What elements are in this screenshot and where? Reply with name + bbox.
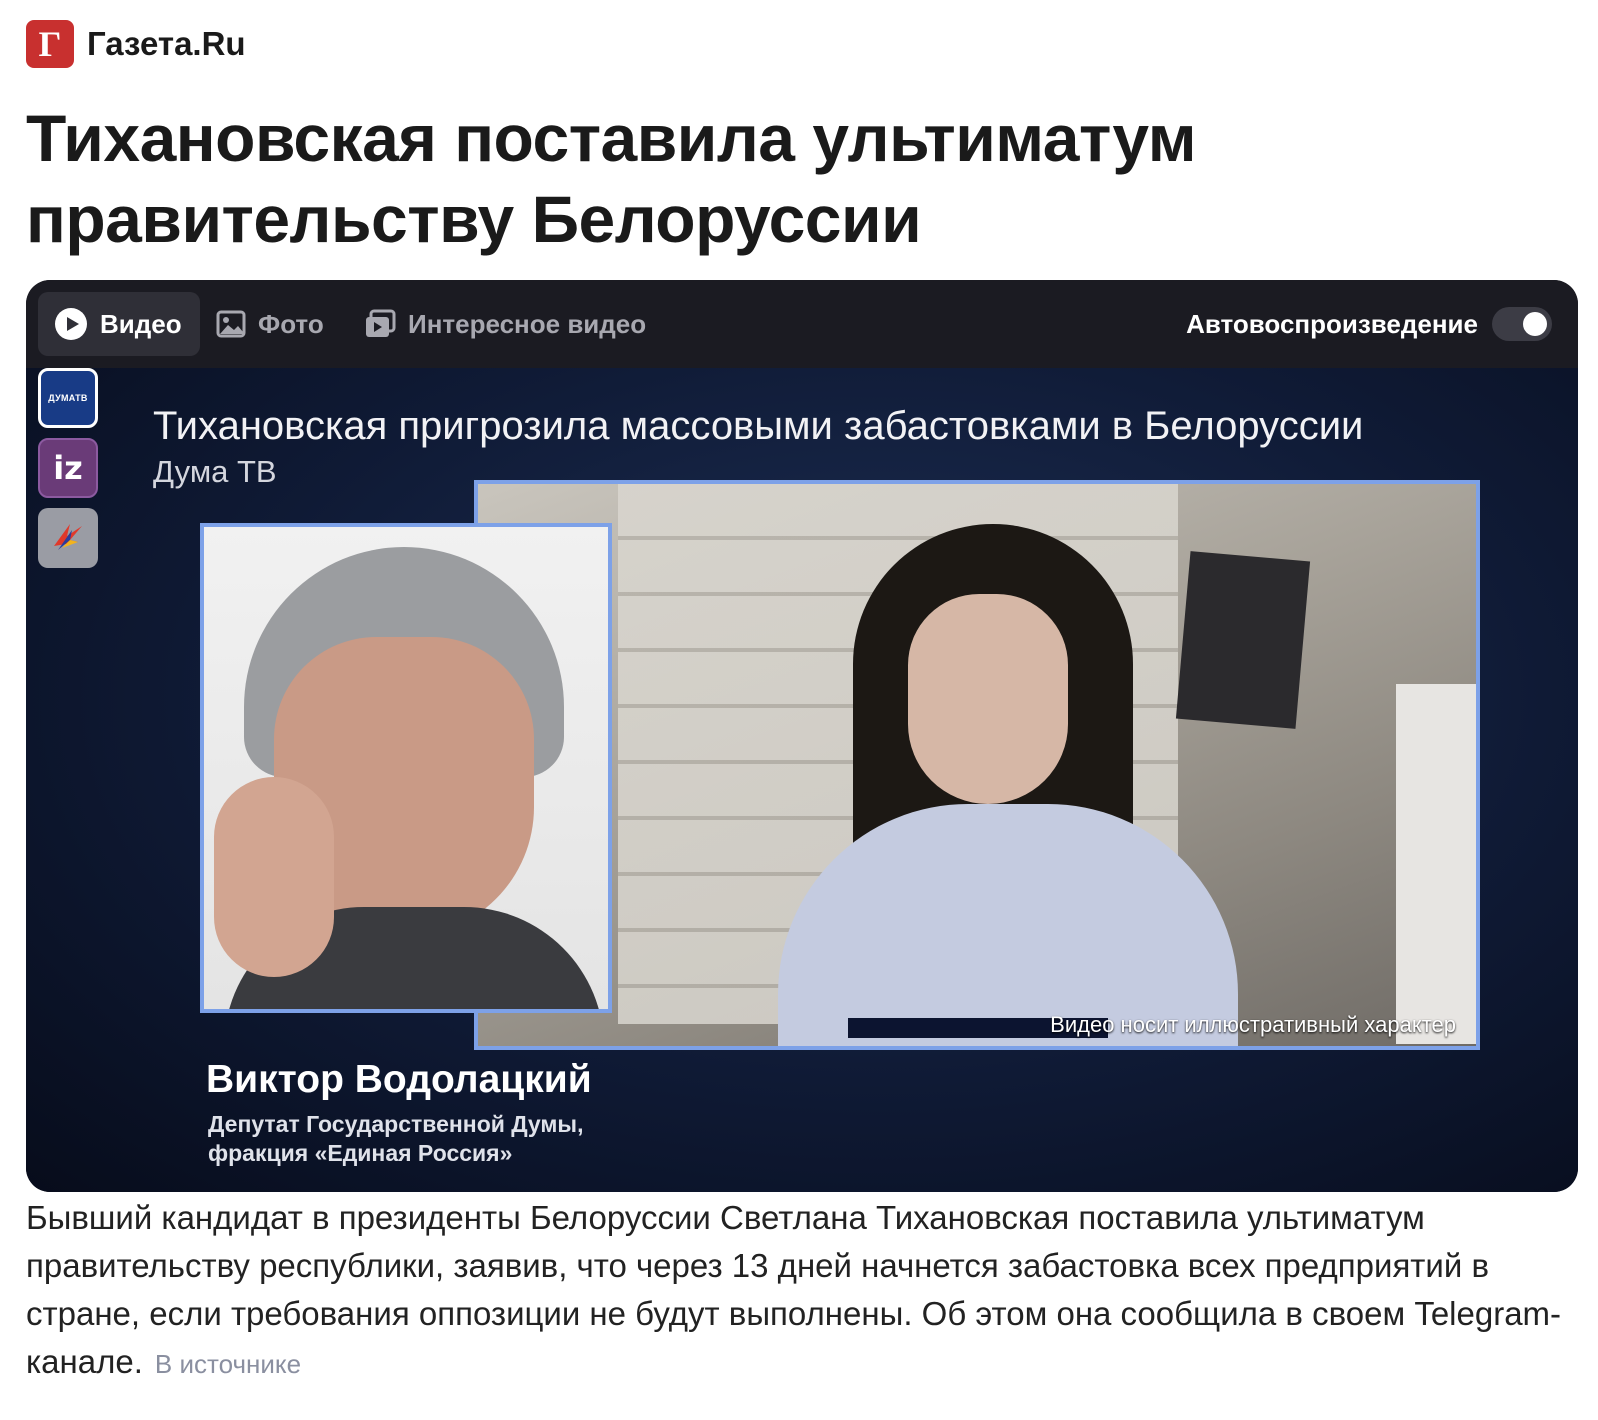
speaker-role-line1: Депутат Государственной Думы, [208,1111,584,1137]
video-still-speaker [200,523,612,1013]
autoplay-label: Автовоспроизведение [1186,308,1478,339]
tab-video[interactable]: Видео [38,292,200,356]
channel-bird[interactable] [38,508,98,568]
media-tabbar: Видео Фото Интересное видео Автовоспроиз… [26,280,1578,368]
tab-video-label: Видео [100,308,182,339]
video-still-remote: Видео носит иллюстративный характер [474,480,1480,1050]
video-channel: Дума ТВ [153,454,277,489]
image-icon [216,309,246,339]
channel-list: ДУМАТВ iz [38,368,102,578]
speaker-role: Депутат Государственной Думы, фракция «Е… [208,1110,583,1168]
woman-face [908,594,1068,804]
man-hand [214,777,334,977]
illustrative-note: Видео носит иллюстративный характер [1050,1012,1456,1037]
source-link[interactable]: В источнике [155,1349,301,1379]
fridge [1396,684,1476,1044]
bird-logo-icon [48,516,88,561]
article-headline: Тихановская поставила ультиматум правите… [26,101,1197,256]
autoplay-toggle[interactable] [1492,307,1552,341]
tab-interesting-video[interactable]: Интересное видео [364,292,646,356]
play-circle-icon [54,307,88,341]
gazeta-logo-icon[interactable]: Г [26,20,74,68]
source-name[interactable]: Газета.Ru [87,25,246,63]
channel-duma-tv[interactable]: ДУМАТВ [38,368,98,428]
channel-duma-tv-label: ДУМАТВ [48,393,88,403]
video-frame[interactable]: ДУМАТВ iz Тихановская пригрозила массовы… [26,368,1578,1192]
media-player: Видео Фото Интересное видео Автовоспроиз… [26,280,1578,1192]
speaker-name: Виктор Водолацкий [206,1058,592,1101]
tab-photo[interactable]: Фото [216,292,324,356]
source-header[interactable]: Г Газета.Ru [26,20,246,68]
article-lead: Бывший кандидат в президенты Белоруссии … [26,1194,1566,1388]
channel-izvestia-label: iz [53,449,83,487]
wall-poster [1175,551,1311,729]
video-title: Тихановская пригрозила массовыми забасто… [153,404,1364,448]
speaker-role-line2: фракция «Единая Россия» [208,1140,513,1166]
video-stack-icon [364,309,396,339]
tab-photo-label: Фото [258,308,324,339]
tab-interesting-video-label: Интересное видео [408,308,647,339]
toggle-knob [1523,312,1547,336]
autoplay-control: Автовоспроизведение [1186,302,1552,346]
channel-izvestia[interactable]: iz [38,438,98,498]
